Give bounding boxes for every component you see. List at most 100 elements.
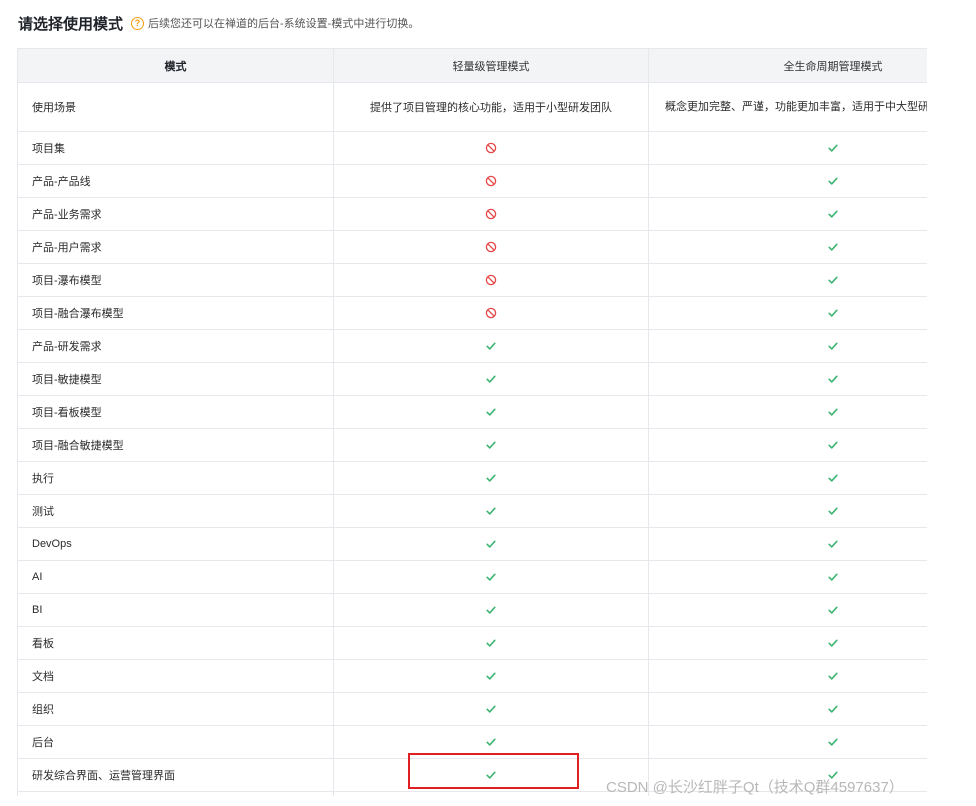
scene-full-desc: 概念更加完整、严谨，功能更加丰富，适用于中大型研发团队 — [648, 82, 927, 132]
check-icon — [486, 507, 496, 515]
check-icon — [486, 342, 496, 350]
full-mode-cell — [648, 560, 927, 594]
table-row: 产品-用户需求 — [17, 230, 927, 264]
table-row: 项目-融合瀑布模型 — [17, 296, 927, 330]
scene-row: 使用场景 提供了项目管理的核心功能，适用于小型研发团队 概念更加完整、严谨，功能… — [17, 82, 927, 132]
check-icon — [486, 474, 496, 482]
full-mode-cell — [648, 197, 927, 231]
table-row: 执行 — [17, 461, 927, 495]
check-icon — [828, 606, 838, 614]
light-mode-cell — [333, 461, 649, 495]
check-icon — [486, 738, 496, 746]
check-icon — [828, 441, 838, 449]
table-row: 测试 — [17, 494, 927, 528]
light-mode-cell — [333, 131, 649, 165]
check-icon — [828, 705, 838, 713]
feature-label: 项目-融合瀑布模型 — [17, 296, 334, 330]
check-icon — [828, 375, 838, 383]
light-mode-cell — [333, 593, 649, 627]
check-icon — [828, 672, 838, 680]
check-icon — [828, 342, 838, 350]
mode-switch-hint: 后续您还可以在禅道的后台-系统设置-模式中进行切换。 — [148, 18, 420, 30]
light-mode-cell — [333, 692, 649, 726]
table-row: 项目集 — [17, 131, 927, 165]
light-mode-cell — [333, 164, 649, 198]
light-mode-cell — [333, 329, 649, 363]
feature-label: 执行 — [17, 461, 334, 495]
full-mode-cell — [648, 329, 927, 363]
full-mode-cell — [648, 626, 927, 660]
light-mode-cell — [333, 626, 649, 660]
ban-icon — [485, 307, 497, 319]
table-row: DevOps — [17, 527, 927, 561]
table-row: 产品-业务需求 — [17, 197, 927, 231]
light-mode-cell — [333, 230, 649, 264]
full-mode-cell — [648, 692, 927, 726]
full-mode-cell — [648, 494, 927, 528]
check-icon — [828, 573, 838, 581]
full-mode-cell — [648, 461, 927, 495]
light-mode-cell — [333, 527, 649, 561]
ban-icon — [485, 241, 497, 253]
page-header: 请选择使用模式 ? 后续您还可以在禅道的后台-系统设置-模式中进行切换。 — [18, 9, 419, 37]
table-row: 看板 — [17, 626, 927, 660]
table-row: BI — [17, 593, 927, 627]
check-icon — [828, 243, 838, 251]
check-icon — [486, 771, 496, 779]
feature-label: 看板 — [17, 626, 334, 660]
check-icon — [828, 144, 838, 152]
feature-label: 产品-用户需求 — [17, 230, 334, 264]
table-row: 后台 — [17, 725, 927, 759]
light-mode-cell — [333, 296, 649, 330]
light-mode-cell — [333, 428, 649, 462]
light-mode-cell — [333, 560, 649, 594]
table-row: AI — [17, 560, 927, 594]
feature-label: 项目-敏捷模型 — [17, 362, 334, 396]
feature-label: 产品-产品线 — [17, 164, 334, 198]
full-mode-cell — [648, 659, 927, 693]
full-mode-cell — [648, 395, 927, 429]
check-icon — [828, 639, 838, 647]
scene-light-desc: 提供了项目管理的核心功能，适用于小型研发团队 — [333, 82, 649, 132]
feature-label: 研发综合界面、运营管理界面 — [17, 758, 334, 792]
check-icon — [828, 276, 838, 284]
mode-comparison-table: 模式 轻量级管理模式 全生命周期管理模式 使用场景 提供了项目管理的核心功能，适… — [17, 48, 927, 796]
action-label: 请选择使用模式 — [17, 791, 334, 796]
ban-icon — [485, 274, 497, 286]
feature-label: 文档 — [17, 659, 334, 693]
feature-label: 项目集 — [17, 131, 334, 165]
feature-label: 后台 — [17, 725, 334, 759]
light-mode-cell — [333, 362, 649, 396]
full-mode-cell — [648, 527, 927, 561]
light-mode-cell — [333, 263, 649, 297]
check-icon — [828, 540, 838, 548]
full-mode-cell — [648, 131, 927, 165]
feature-label: 项目-瀑布模型 — [17, 263, 334, 297]
check-icon — [486, 672, 496, 680]
check-icon — [486, 441, 496, 449]
check-icon — [486, 540, 496, 548]
check-icon — [828, 474, 838, 482]
ban-icon — [485, 142, 497, 154]
check-icon — [828, 177, 838, 185]
check-icon — [486, 705, 496, 713]
check-icon — [486, 639, 496, 647]
table-row: 组织 — [17, 692, 927, 726]
light-mode-cell — [333, 197, 649, 231]
feature-label: DevOps — [17, 527, 334, 561]
light-action-cell: 使用轻量管理模式 — [333, 791, 649, 796]
table-header-row: 模式 轻量级管理模式 全生命周期管理模式 — [17, 48, 927, 83]
full-mode-cell — [648, 593, 927, 627]
question-circle-icon[interactable]: ? — [131, 16, 145, 30]
table-row: 项目-敏捷模型 — [17, 362, 927, 396]
full-mode-cell — [648, 230, 927, 264]
check-icon — [486, 408, 496, 416]
column-header-mode: 模式 — [17, 48, 334, 83]
feature-label: 产品-业务需求 — [17, 197, 334, 231]
light-mode-cell — [333, 494, 649, 528]
check-icon — [828, 507, 838, 515]
table-row: 项目-融合敏捷模型 — [17, 428, 927, 462]
light-mode-cell — [333, 395, 649, 429]
check-icon — [828, 738, 838, 746]
light-mode-cell — [333, 725, 649, 759]
